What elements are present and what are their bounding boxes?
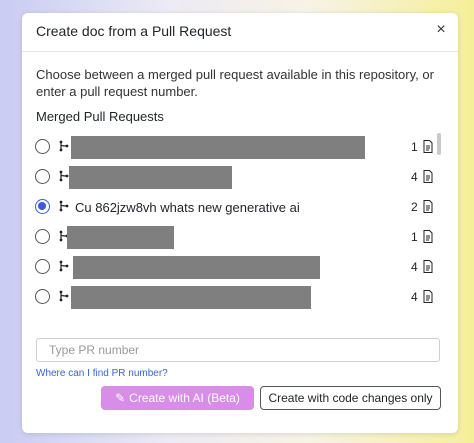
redacted-pr-title xyxy=(73,256,320,279)
magic-wand-icon: ✎ xyxy=(115,391,126,405)
pr-row[interactable]: 4 xyxy=(22,253,458,283)
create-with-ai-button[interactable]: ✎ Create with AI (Beta) xyxy=(101,386,254,410)
pr-number-input[interactable] xyxy=(36,338,440,362)
dialog-description: Choose between a merged pull request ava… xyxy=(36,67,434,99)
create-with-code-button[interactable]: Create with code changes only xyxy=(260,386,441,410)
git-branch-icon xyxy=(59,170,69,182)
pull-request-list: 1 4 Cu 862jzw8vh whats new generative ai… xyxy=(22,133,458,323)
redacted-pr-title xyxy=(67,226,174,249)
redacted-pr-title xyxy=(71,136,365,159)
pr-file-count: 4 xyxy=(411,260,418,274)
pr-title: Cu 862jzw8vh whats new generative ai xyxy=(75,200,300,215)
pr-file-count: 4 xyxy=(411,290,418,304)
pr-row[interactable]: 4 xyxy=(22,283,458,313)
git-branch-icon xyxy=(59,290,69,302)
list-scrollbar[interactable] xyxy=(437,133,441,155)
create-with-ai-label: Create with AI (Beta) xyxy=(129,391,240,405)
create-doc-dialog: Create doc from a Pull Request × Choose … xyxy=(22,13,458,433)
redacted-pr-title xyxy=(69,166,232,189)
pr-file-count: 4 xyxy=(411,170,418,184)
pr-radio[interactable] xyxy=(35,199,50,214)
dialog-header: Create doc from a Pull Request × xyxy=(22,13,458,52)
file-icon xyxy=(423,230,433,243)
git-branch-icon xyxy=(59,140,69,152)
pr-radio[interactable] xyxy=(35,229,50,244)
pr-file-count: 2 xyxy=(411,200,418,214)
merged-prs-heading: Merged Pull Requests xyxy=(36,109,164,124)
pr-row[interactable]: 4 xyxy=(22,163,458,193)
pr-row-selected[interactable]: Cu 862jzw8vh whats new generative ai 2 xyxy=(22,193,458,223)
file-icon xyxy=(423,170,433,183)
git-branch-icon xyxy=(59,260,69,272)
pr-radio[interactable] xyxy=(35,139,50,154)
file-icon xyxy=(423,260,433,273)
file-icon xyxy=(423,200,433,213)
pr-file-count: 1 xyxy=(411,140,418,154)
find-pr-number-link[interactable]: Where can I find PR number? xyxy=(36,368,168,379)
close-icon[interactable]: × xyxy=(432,20,450,40)
pr-row[interactable]: 1 xyxy=(22,133,458,163)
file-icon xyxy=(423,290,433,303)
git-branch-icon xyxy=(59,200,69,212)
redacted-pr-title xyxy=(71,286,311,309)
file-icon xyxy=(423,140,433,153)
pr-radio[interactable] xyxy=(35,259,50,274)
pr-radio[interactable] xyxy=(35,289,50,304)
pr-row[interactable]: 1 xyxy=(22,223,458,253)
pr-radio[interactable] xyxy=(35,169,50,184)
dialog-title: Create doc from a Pull Request xyxy=(36,23,232,39)
pr-file-count: 1 xyxy=(411,230,418,244)
